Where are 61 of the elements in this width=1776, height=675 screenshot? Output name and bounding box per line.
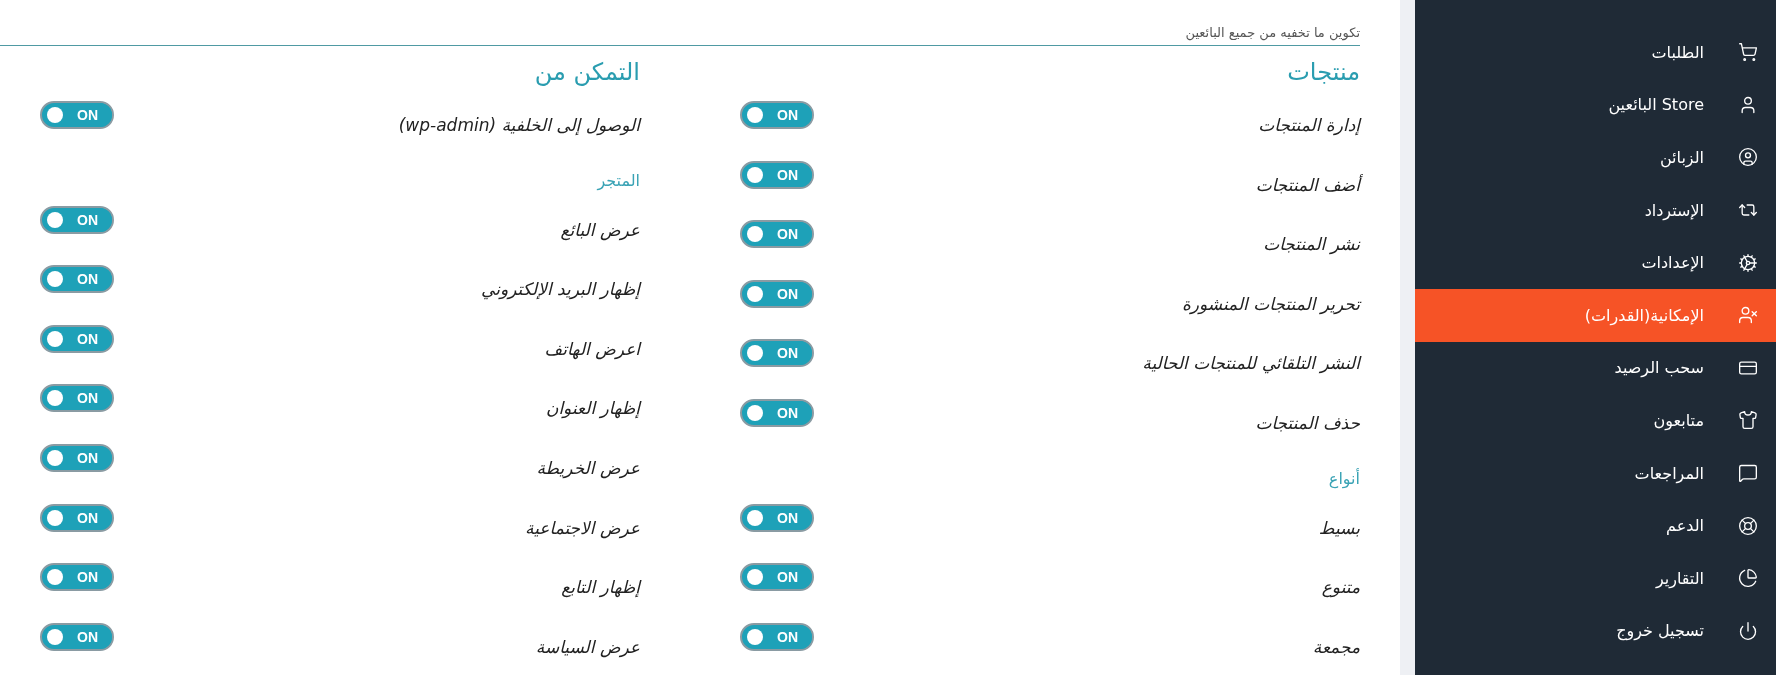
setting-label: إظهار التابع: [561, 576, 640, 599]
setting-label: نشر المنتجات: [1263, 233, 1360, 256]
sidebar-item[interactable]: سحب الرصيد: [1415, 341, 1776, 395]
sidebar-item[interactable]: متابعون: [1415, 394, 1776, 447]
toggle-switch[interactable]: ON: [40, 384, 114, 413]
setting-label: متنوع: [1321, 576, 1360, 599]
setting-label: مجمعة: [1312, 635, 1360, 658]
toggle-switch[interactable]: ON: [740, 622, 814, 651]
setting-label: عرض البائع: [560, 218, 640, 241]
section-title: منتجات: [1287, 58, 1360, 86]
toggle-switch[interactable]: ON: [40, 205, 114, 234]
toggle-switch[interactable]: ON: [740, 503, 814, 532]
user-circle-icon: [1738, 147, 1758, 168]
toggle-switch[interactable]: ON: [40, 265, 114, 294]
toggle-switch[interactable]: ON: [40, 503, 114, 532]
section-title: التمكن من: [534, 58, 640, 86]
cart-icon: [1738, 42, 1758, 63]
sidebar-item[interactable]: الإمكانية(القدرات): [1415, 288, 1776, 342]
sidebar-item[interactable]: الإسترداد: [1415, 183, 1776, 237]
setting-label: إدارة المنتجات: [1258, 114, 1360, 136]
toggle-switch[interactable]: ON: [740, 398, 814, 427]
sidebar-item[interactable]: Store البائعين: [1415, 78, 1776, 132]
chat-icon: [1738, 463, 1758, 484]
setting-label: عرض السياسة: [535, 635, 640, 658]
setting-label: إظهار العنوان: [545, 397, 640, 420]
shirt-icon: [1738, 410, 1758, 431]
setting-label: حذف المنتجات: [1255, 411, 1360, 434]
setting-label: عرض الخريطة: [536, 456, 640, 479]
setting-label: الوصول إلى الخلفية (wp-admin): [398, 114, 640, 136]
toggle-switch[interactable]: ON: [740, 160, 814, 189]
toggle-switch[interactable]: ON: [40, 563, 114, 592]
toggle-switch[interactable]: ON: [40, 324, 114, 353]
setting-label: عرض الاجتماعية: [525, 516, 640, 539]
sidebar-item[interactable]: تسجيل خروج: [1415, 604, 1776, 658]
toggle-switch[interactable]: ON: [740, 101, 814, 129]
lifebuoy-icon: [1738, 515, 1758, 536]
toggle-switch[interactable]: ON: [40, 443, 114, 472]
sidebar-item[interactable]: الطلبات: [1415, 26, 1776, 79]
settings-icon: [1738, 252, 1758, 273]
setting-label: تحرير المنتجات المنشورة: [1181, 292, 1360, 315]
toggle-switch[interactable]: ON: [40, 622, 114, 651]
sidebar-item[interactable]: التقارير: [1415, 551, 1776, 605]
setting-label: النشر التلقائي للمنتجات الحالية: [1142, 352, 1360, 375]
subsection-title: المتجر: [597, 170, 640, 190]
toggle-switch[interactable]: ON: [40, 101, 114, 129]
sidebar-item[interactable]: الدعم: [1415, 499, 1776, 552]
toggle-switch[interactable]: ON: [740, 563, 814, 592]
user-x-icon: [1738, 305, 1758, 326]
setting-label: إظهار البريد الإلكتروني: [481, 278, 640, 301]
power-icon: [1738, 620, 1758, 641]
sidebar-item[interactable]: الإعدادات: [1415, 236, 1776, 289]
toggle-switch[interactable]: ON: [740, 220, 814, 249]
subsection-title: أنواع: [1328, 468, 1360, 488]
sidebar-item[interactable]: الزبائن: [1415, 131, 1776, 184]
pie-chart-icon: [1738, 568, 1758, 589]
toggle-switch[interactable]: ON: [740, 339, 814, 368]
setting-label: اعرض الهاتف: [544, 337, 640, 360]
section-description: تكوين ما تخفيه من جميع البائعين: [1185, 25, 1360, 40]
sidebar-item[interactable]: المراجعات: [1415, 446, 1776, 500]
setting-label: بسيط: [1318, 516, 1360, 539]
toggle-switch[interactable]: ON: [740, 279, 814, 308]
